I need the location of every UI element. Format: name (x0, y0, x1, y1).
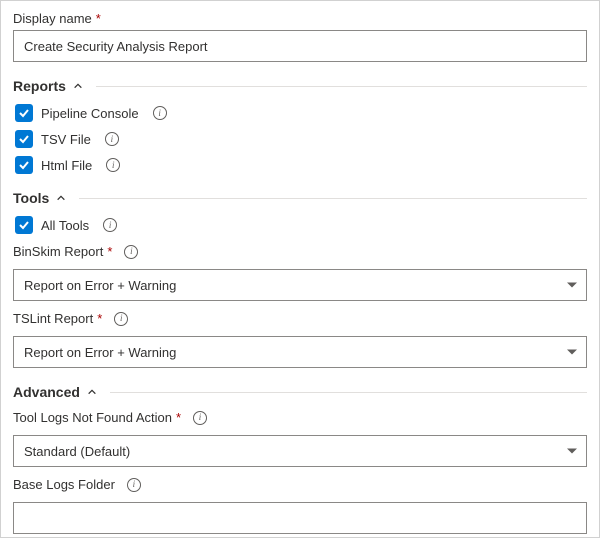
reports-options: Pipeline Console i TSV File i Html File … (13, 104, 587, 174)
display-name-input[interactable] (13, 30, 587, 62)
info-icon[interactable]: i (106, 158, 120, 172)
info-icon[interactable]: i (114, 312, 128, 326)
required-asterisk: * (96, 11, 101, 26)
reports-title: Reports (13, 78, 66, 94)
binskim-select[interactable]: Report on Error + Warning (13, 269, 587, 301)
info-icon[interactable]: i (124, 245, 138, 259)
checkbox-input[interactable] (15, 216, 33, 234)
checkbox-label: All Tools (41, 218, 89, 233)
checkbox-pipeline-console: Pipeline Console i (15, 104, 587, 122)
reports-section-header[interactable]: Reports (13, 78, 587, 94)
advanced-section-header[interactable]: Advanced (13, 384, 587, 400)
tslint-select-wrap: Report on Error + Warning (13, 336, 587, 368)
base-logs-label-text: Base Logs Folder (13, 477, 115, 492)
display-name-label-text: Display name (13, 11, 92, 26)
chevron-up-icon (55, 192, 67, 204)
tool-logs-label: Tool Logs Not Found Action * i (13, 410, 587, 425)
chevron-up-icon (86, 386, 98, 398)
info-icon[interactable]: i (153, 106, 167, 120)
checkbox-input[interactable] (15, 104, 33, 122)
tslint-select[interactable]: Report on Error + Warning (13, 336, 587, 368)
binskim-label: BinSkim Report * i (13, 244, 587, 259)
tslint-label-text: TSLint Report (13, 311, 93, 326)
section-divider (79, 198, 587, 199)
checkbox-tsv-file: TSV File i (15, 130, 587, 148)
info-icon[interactable]: i (193, 411, 207, 425)
checkbox-label: Pipeline Console (41, 106, 139, 121)
tools-section-header[interactable]: Tools (13, 190, 587, 206)
info-icon[interactable]: i (103, 218, 117, 232)
binskim-label-text: BinSkim Report (13, 244, 103, 259)
display-name-field: Display name * (13, 11, 587, 62)
advanced-title: Advanced (13, 384, 80, 400)
checkbox-input[interactable] (15, 130, 33, 148)
checkbox-input[interactable] (15, 156, 33, 174)
tslint-field: TSLint Report * i Report on Error + Warn… (13, 311, 587, 368)
tool-logs-select[interactable]: Standard (Default) (13, 435, 587, 467)
checkbox-label: Html File (41, 158, 92, 173)
section-divider (96, 86, 587, 87)
tool-logs-label-text: Tool Logs Not Found Action (13, 410, 172, 425)
required-asterisk: * (97, 311, 102, 326)
tslint-label: TSLint Report * i (13, 311, 587, 326)
binskim-field: BinSkim Report * i Report on Error + War… (13, 244, 587, 301)
tool-logs-field: Tool Logs Not Found Action * i Standard … (13, 410, 587, 467)
chevron-up-icon (72, 80, 84, 92)
info-icon[interactable]: i (127, 478, 141, 492)
info-icon[interactable]: i (105, 132, 119, 146)
checkbox-all-tools: All Tools i (15, 216, 587, 234)
base-logs-input[interactable] (13, 502, 587, 534)
checkbox-html-file: Html File i (15, 156, 587, 174)
binskim-select-wrap: Report on Error + Warning (13, 269, 587, 301)
display-name-label: Display name * (13, 11, 587, 26)
tool-logs-select-wrap: Standard (Default) (13, 435, 587, 467)
checkbox-label: TSV File (41, 132, 91, 147)
base-logs-field: Base Logs Folder i (13, 477, 587, 534)
base-logs-label: Base Logs Folder i (13, 477, 587, 492)
section-divider (110, 392, 587, 393)
required-asterisk: * (176, 410, 181, 425)
tools-title: Tools (13, 190, 49, 206)
required-asterisk: * (107, 244, 112, 259)
